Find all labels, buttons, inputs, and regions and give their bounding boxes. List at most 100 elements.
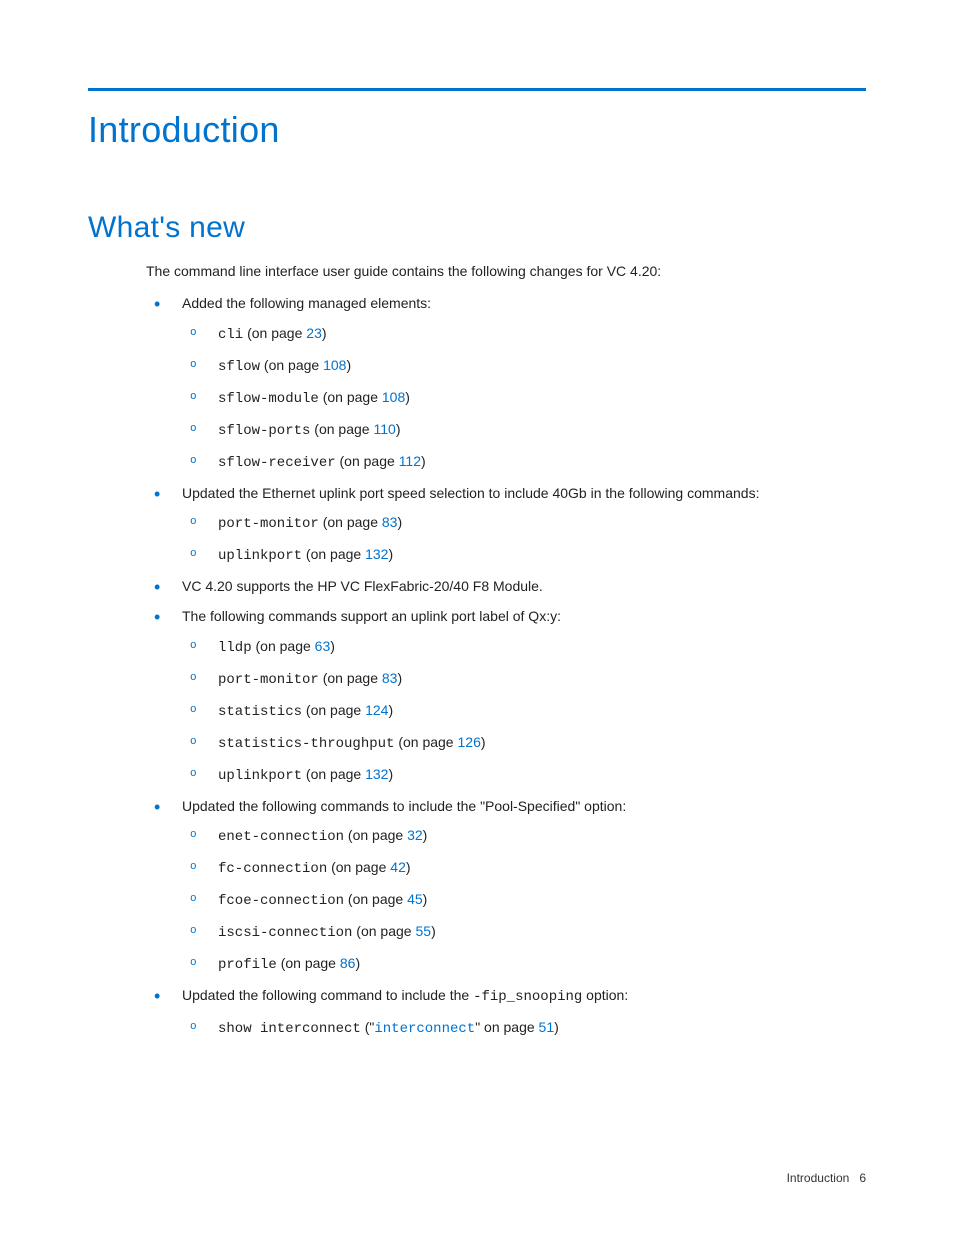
on-page-text: (on page — [319, 389, 382, 405]
page-link[interactable]: 63 — [315, 638, 331, 654]
code-element: fcoe-connection — [218, 893, 344, 909]
list-item-text: The following commands support an uplink… — [182, 608, 561, 624]
code-element: sflow — [218, 359, 260, 375]
page-link[interactable]: 23 — [306, 325, 322, 341]
on-page-text: (on page — [394, 734, 457, 750]
after-text: ) — [423, 827, 428, 843]
on-page-text: (on page — [336, 453, 399, 469]
sub-item: cli (on page 23) — [182, 323, 866, 346]
page-link[interactable]: 110 — [373, 421, 395, 437]
sub-list: port-monitor (on page 83) uplinkport (on… — [182, 512, 866, 567]
after-text: ) — [405, 389, 410, 405]
footer-section-label: Introduction — [787, 1171, 850, 1185]
after-text: ) — [330, 638, 335, 654]
page-link[interactable]: 55 — [415, 923, 431, 939]
list-item: VC 4.20 supports the HP VC FlexFabric-20… — [146, 576, 866, 598]
page-link[interactable]: 83 — [382, 514, 398, 530]
after-text: ) — [481, 734, 486, 750]
page-link[interactable]: 108 — [323, 357, 346, 373]
sub-item: profile (on page 86) — [182, 953, 866, 976]
after-text: ) — [421, 453, 426, 469]
on-page-text: (on page — [302, 546, 365, 562]
page-footer: Introduction 6 — [787, 1171, 866, 1185]
footer-page-number: 6 — [859, 1171, 866, 1185]
code-element: port-monitor — [218, 672, 319, 688]
main-list: Added the following managed elements: cl… — [146, 293, 866, 1040]
sub-item: statistics-throughput (on page 126) — [182, 732, 866, 755]
list-item: Updated the following commands to includ… — [146, 796, 866, 977]
on-page-text: (on page — [352, 923, 415, 939]
page-link[interactable]: 83 — [382, 670, 398, 686]
code-element: lldp — [218, 640, 252, 656]
after-text: ) — [554, 1019, 559, 1035]
sub-list: lldp (on page 63) port-monitor (on page … — [182, 636, 866, 787]
inline-code: -fip_snooping — [473, 989, 582, 1005]
on-page-text: (on page — [319, 670, 382, 686]
on-page-text: (on page — [319, 514, 382, 530]
after-text: ) — [346, 357, 351, 373]
page-link[interactable]: 126 — [458, 734, 481, 750]
sub-item: sflow-ports (on page 110) — [182, 419, 866, 442]
list-item-text: Added the following managed elements: — [182, 295, 431, 311]
page-link[interactable]: 108 — [382, 389, 405, 405]
page-link[interactable]: 45 — [407, 891, 423, 907]
code-element: statistics — [218, 704, 302, 720]
on-page-text: (on page — [302, 766, 365, 782]
page-link[interactable]: 132 — [365, 766, 388, 782]
page-link[interactable]: 42 — [390, 859, 406, 875]
sub-item: sflow-receiver (on page 112) — [182, 451, 866, 474]
list-item: Updated the following command to include… — [146, 985, 866, 1040]
code-element: profile — [218, 957, 277, 973]
page-title: Introduction — [88, 109, 866, 151]
after-text: ) — [397, 670, 402, 686]
sub-item: uplinkport (on page 132) — [182, 544, 866, 567]
on-page-text: (on page — [327, 859, 390, 875]
page-link[interactable]: 124 — [365, 702, 388, 718]
on-page-text: (on page — [243, 325, 306, 341]
sub-item: port-monitor (on page 83) — [182, 668, 866, 691]
list-item-text-post: option: — [582, 987, 628, 1003]
code-element: sflow-ports — [218, 423, 310, 439]
code-element: fc-connection — [218, 861, 327, 877]
on-page-text: (on page — [260, 357, 323, 373]
page-link[interactable]: 51 — [539, 1019, 555, 1035]
on-page-text: (on page — [344, 827, 407, 843]
cross-reference-link[interactable]: interconnect — [374, 1021, 475, 1037]
sub-list: cli (on page 23) sflow (on page 108) sfl… — [182, 323, 866, 474]
code-element: uplinkport — [218, 768, 302, 784]
page-link[interactable]: 112 — [399, 453, 421, 469]
top-rule — [88, 88, 866, 91]
sub-list: show interconnect ("interconnect" on pag… — [182, 1017, 866, 1040]
sub-item: fcoe-connection (on page 45) — [182, 889, 866, 912]
code-element: statistics-throughput — [218, 736, 394, 752]
after-text: ) — [406, 859, 411, 875]
sub-item: enet-connection (on page 32) — [182, 825, 866, 848]
section-title: What's new — [88, 211, 866, 245]
list-item-text: Updated the following commands to includ… — [182, 798, 626, 814]
list-item: Updated the Ethernet uplink port speed s… — [146, 483, 866, 568]
code-element: enet-connection — [218, 829, 344, 845]
sub-item: fc-connection (on page 42) — [182, 857, 866, 880]
code-element: uplinkport — [218, 548, 302, 564]
page-link[interactable]: 32 — [407, 827, 423, 843]
list-item: The following commands support an uplink… — [146, 606, 866, 787]
list-item-text-pre: Updated the following command to include… — [182, 987, 473, 1003]
after-text: ) — [388, 546, 393, 562]
sub-item: statistics (on page 124) — [182, 700, 866, 723]
sub-item: sflow (on page 108) — [182, 355, 866, 378]
page-link[interactable]: 132 — [365, 546, 388, 562]
list-item: Added the following managed elements: cl… — [146, 293, 866, 474]
on-page-text: (on page — [302, 702, 365, 718]
paren-pre: (" — [361, 1019, 375, 1035]
sub-item: show interconnect ("interconnect" on pag… — [182, 1017, 866, 1040]
code-element: cli — [218, 327, 243, 343]
sub-item: iscsi-connection (on page 55) — [182, 921, 866, 944]
after-text: ) — [388, 702, 393, 718]
sub-list: enet-connection (on page 32) fc-connecti… — [182, 825, 866, 976]
on-page-text: (on page — [344, 891, 407, 907]
code-element: iscsi-connection — [218, 925, 352, 941]
after-text: ) — [388, 766, 393, 782]
page-link[interactable]: 86 — [340, 955, 356, 971]
sub-item: sflow-module (on page 108) — [182, 387, 866, 410]
on-page-text: (on page — [277, 955, 340, 971]
